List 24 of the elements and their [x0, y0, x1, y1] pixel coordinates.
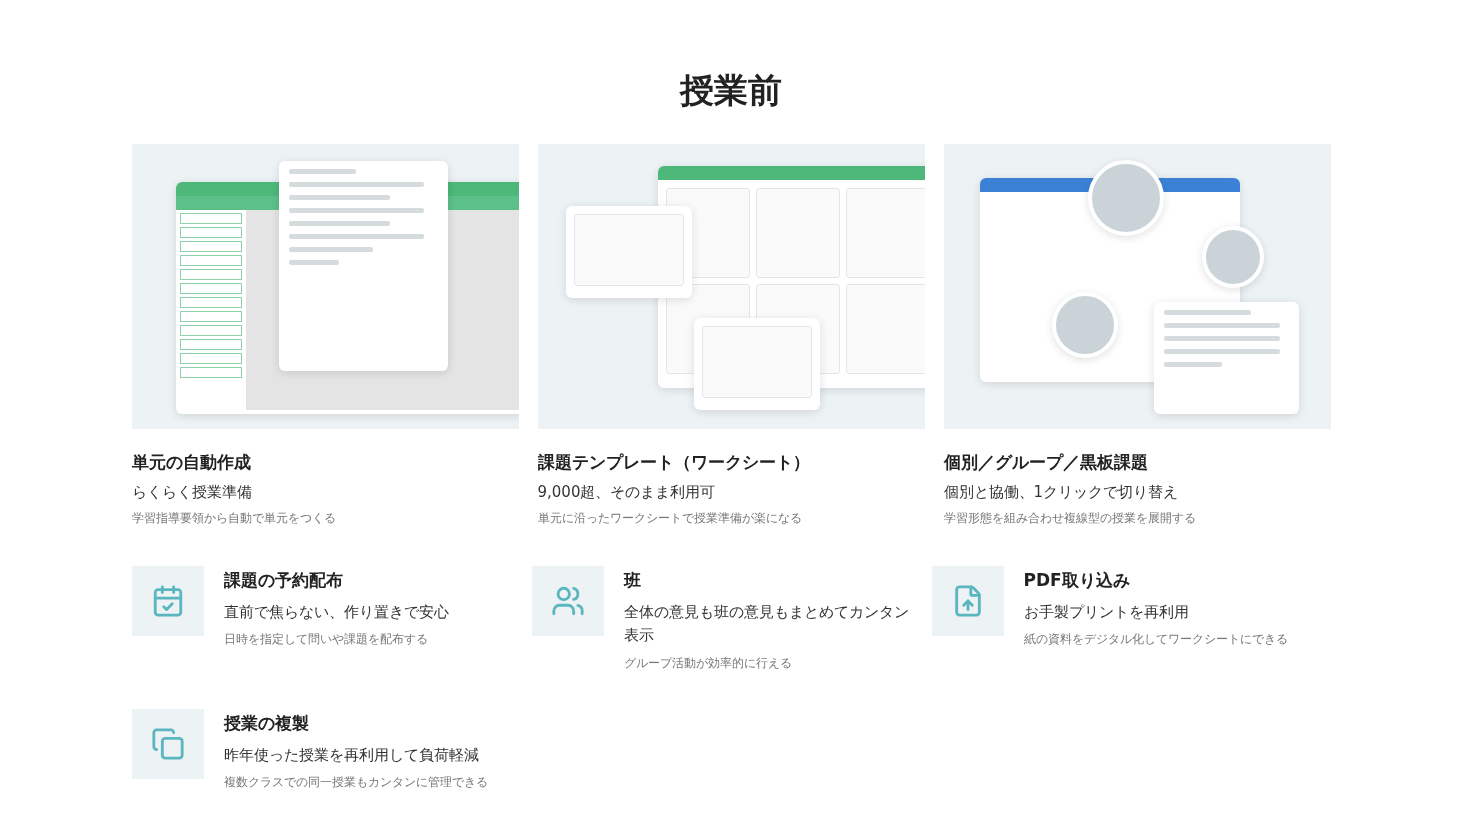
- feature-subtitle: お手製プリントを再利用: [1023, 602, 1190, 623]
- feature-title: 課題テンプレート（ワークシート）: [537, 451, 811, 474]
- feature-title: PDF取り込み: [1023, 569, 1131, 592]
- section-title: 授業前: [678, 69, 783, 112]
- feature-subtitle: 9,000超、そのまま利用可: [537, 483, 717, 502]
- feature-caption: 紙の資料をデジタル化してワークシートにできる: [1023, 632, 1289, 648]
- feature-title: 課題の予約配布: [223, 569, 344, 592]
- feature-caption: 日時を指定して問いや課題を配布する: [223, 632, 429, 648]
- users-icon: [550, 584, 585, 618]
- feature-subtitle: らくらく授業準備: [131, 483, 253, 502]
- feature-caption: 学習指導要領から自動で単元をつくる: [131, 511, 337, 526]
- feature-title: 個別／グループ／黒板課題: [943, 451, 1149, 474]
- feature-subtitle: 個別と協働、1クリックで切り替え: [943, 483, 1180, 502]
- feature-title: 班: [623, 569, 642, 592]
- feature-caption: グループ活動が効率的に行える: [623, 655, 793, 671]
- feature-caption: 複数クラスでの同一授業もカンタンに管理できる: [223, 774, 489, 790]
- feature-subtitle: 全体の意見も班の意見もまとめてカンタン表示: [623, 602, 910, 647]
- feature-subtitle: 直前で焦らない、作り置きで安心: [223, 602, 450, 623]
- feature-title: 単元の自動作成: [131, 451, 252, 474]
- feature-caption: 単元に沿ったワークシートで授業準備が楽になる: [537, 511, 803, 526]
- feature-subtitle: 昨年使った授業を再利用して負荷軽減: [223, 744, 480, 766]
- feature-title: 授業の複製: [223, 711, 310, 735]
- feature-caption: 学習形態を組み合わせ複線型の授業を展開する: [943, 511, 1197, 526]
- copy-icon: [150, 726, 185, 761]
